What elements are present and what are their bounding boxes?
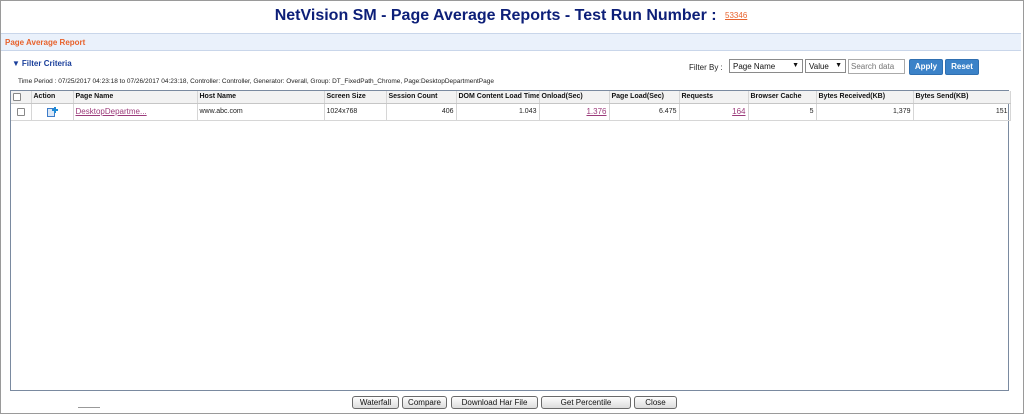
select-all-header[interactable]	[11, 91, 32, 104]
page-name-link[interactable]: DesktopDepartme...	[76, 107, 147, 116]
onload-cell[interactable]: 1.376	[539, 103, 610, 121]
column-header[interactable]: Browser Cache	[748, 91, 817, 104]
requests-link[interactable]: 164	[732, 107, 745, 116]
apply-button[interactable]: Apply	[909, 59, 943, 75]
column-header[interactable]: Screen Size	[324, 91, 387, 104]
filter-criteria-toggle[interactable]: ▼ Filter Criteria	[12, 59, 72, 68]
row-checkbox[interactable]	[16, 107, 25, 116]
waterfall-button[interactable]: Waterfall	[352, 396, 399, 409]
section-title: Page Average Report	[5, 38, 86, 47]
filter-by-selected-value: Page Name	[733, 62, 776, 71]
column-header[interactable]: DOM Content Load Time	[456, 91, 540, 104]
session-count-cell: 406	[386, 103, 457, 121]
search-input[interactable]	[848, 59, 905, 74]
bytes-received-cell: 1,379	[816, 103, 914, 121]
action-cell[interactable]	[31, 103, 74, 121]
page-name-cell[interactable]: DesktopDepartme...	[73, 103, 198, 121]
column-header[interactable]: Page Name	[73, 91, 198, 104]
column-header[interactable]: Page Load(Sec)	[609, 91, 680, 104]
dropdown-arrow-icon: ▼	[835, 62, 842, 69]
page-title: NetVision SM - Page Average Reports - Te…	[275, 7, 748, 25]
column-header[interactable]: Bytes Received(KB)	[816, 91, 914, 104]
footer-toolbar: Waterfall Compare Download Har File Get …	[0, 396, 1024, 410]
row-select-cell[interactable]	[11, 103, 32, 121]
requests-cell[interactable]: 164	[679, 103, 749, 121]
compare-button[interactable]: Compare	[402, 396, 447, 409]
time-period-text: Time Period : 07/25/2017 04:23:18 to 07/…	[18, 78, 494, 85]
add-page-icon[interactable]	[46, 106, 58, 117]
onload-link[interactable]: 1.376	[586, 107, 606, 116]
dropdown-arrow-icon: ▼	[792, 62, 799, 69]
close-button[interactable]: Close	[634, 396, 677, 409]
table-row: DesktopDepartme... www.abc.com 1024x768 …	[11, 103, 1011, 121]
filter-criteria-label: Filter Criteria	[21, 59, 72, 68]
browser-cache-cell: 5	[748, 103, 817, 121]
section-header: Page Average Report	[1, 33, 1021, 51]
column-header[interactable]: Session Count	[386, 91, 457, 104]
page-load-cell: 6.475	[609, 103, 680, 121]
filter-by-select[interactable]: Page Name ▼	[729, 59, 803, 73]
host-name-cell: www.abc.com	[197, 103, 325, 121]
page-title-text: NetVision SM - Page Average Reports - Te…	[274, 7, 717, 24]
get-percentile-button[interactable]: Get Percentile	[541, 396, 631, 409]
column-header[interactable]: Host Name	[197, 91, 325, 104]
bytes-send-cell: 151	[913, 103, 1011, 121]
report-table-container: Action Page Name Host Name Screen Size S…	[10, 90, 1011, 391]
column-header[interactable]: Bytes Send(KB)	[913, 91, 1011, 104]
test-run-number-link[interactable]: 53346	[725, 11, 747, 20]
title-bar: NetVision SM - Page Average Reports - Te…	[1, 1, 1021, 31]
filter-by-label: Filter By :	[689, 63, 723, 72]
select-all-checkbox[interactable]	[13, 92, 21, 101]
column-header[interactable]: Requests	[679, 91, 749, 104]
table-header-row: Action Page Name Host Name Screen Size S…	[11, 91, 1011, 104]
value-select[interactable]: Value ▼	[805, 59, 846, 73]
download-har-button[interactable]: Download Har File	[451, 396, 538, 409]
triangle-down-icon: ▼	[12, 59, 20, 68]
report-table: Action Page Name Host Name Screen Size S…	[11, 91, 1011, 121]
column-header[interactable]: Action	[31, 91, 74, 104]
column-header[interactable]: Onload(Sec)	[539, 91, 610, 104]
dom-content-load-cell: 1.043	[456, 103, 540, 121]
screen-size-cell: 1024x768	[324, 103, 387, 121]
reset-button[interactable]: Reset	[945, 59, 979, 75]
value-selected-value: Value	[809, 62, 829, 71]
